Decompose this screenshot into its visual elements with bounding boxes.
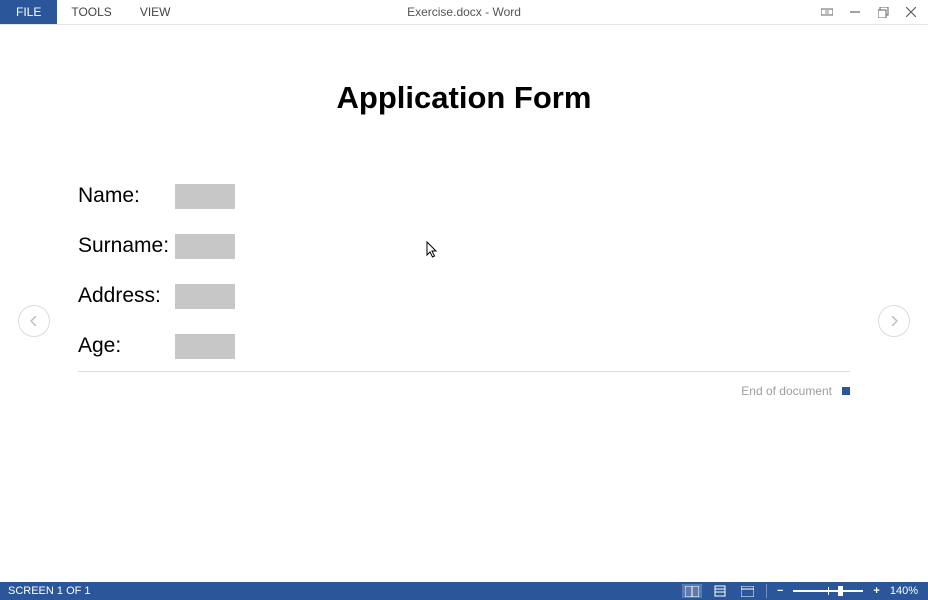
form-row-address: Address: xyxy=(78,271,928,321)
label-age: Age: xyxy=(78,334,175,358)
label-surname: Surname: xyxy=(78,234,175,258)
print-layout-icon xyxy=(714,585,726,597)
status-right: − + 140% xyxy=(682,584,928,598)
form-block: Name: Surname: Address: Age: xyxy=(78,171,928,371)
divider xyxy=(78,371,850,372)
menu-view[interactable]: VIEW xyxy=(126,0,185,24)
form-row-age: Age: xyxy=(78,321,928,371)
zoom-in-button[interactable]: + xyxy=(871,585,881,597)
view-web-layout-button[interactable] xyxy=(738,584,758,598)
menu-file[interactable]: FILE xyxy=(0,0,57,24)
field-surname[interactable] xyxy=(175,234,235,259)
document-area: Application Form Name: Surname: Address:… xyxy=(0,25,928,582)
restore-icon[interactable] xyxy=(876,5,890,19)
web-layout-icon xyxy=(741,586,754,597)
field-address[interactable] xyxy=(175,284,235,309)
minimize-icon[interactable] xyxy=(848,5,862,19)
zoom-level[interactable]: 140% xyxy=(890,585,918,597)
close-icon[interactable] xyxy=(904,5,918,19)
form-row-surname: Surname: xyxy=(78,221,928,271)
read-mode-icon xyxy=(685,586,699,597)
window-title: Exercise.docx - Word xyxy=(407,0,521,24)
zoom-slider[interactable] xyxy=(793,590,863,592)
separator xyxy=(766,584,767,598)
field-name[interactable] xyxy=(175,184,235,209)
form-row-name: Name: xyxy=(78,171,928,221)
label-name: Name: xyxy=(78,184,175,208)
chevron-left-icon xyxy=(30,316,38,326)
end-of-document: End of document xyxy=(0,384,850,398)
view-read-mode-button[interactable] xyxy=(682,584,702,598)
end-of-document-text: End of document xyxy=(741,384,832,398)
label-address: Address: xyxy=(78,284,175,308)
next-page-button[interactable] xyxy=(878,305,910,337)
document-title: Application Form xyxy=(0,80,928,116)
chevron-right-icon xyxy=(890,316,898,326)
window-controls xyxy=(820,0,928,24)
field-age[interactable] xyxy=(175,334,235,359)
status-screen[interactable]: SCREEN 1 OF 1 xyxy=(0,585,91,597)
ribbon-display-icon[interactable] xyxy=(820,5,834,19)
menu-tools[interactable]: TOOLS xyxy=(57,0,125,24)
titlebar: FILE TOOLS VIEW Exercise.docx - Word xyxy=(0,0,928,25)
zoom-out-button[interactable]: − xyxy=(775,585,785,597)
end-marker-icon xyxy=(842,387,850,395)
view-print-layout-button[interactable] xyxy=(710,584,730,598)
statusbar: SCREEN 1 OF 1 − + 140% xyxy=(0,582,928,600)
prev-page-button[interactable] xyxy=(18,305,50,337)
